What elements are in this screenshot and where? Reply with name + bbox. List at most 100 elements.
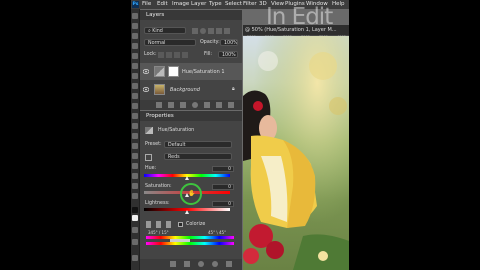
layer-row-hue-saturation[interactable]: Hue/Saturation 1 [140, 63, 242, 80]
targeted-adjustment-icon[interactable] [145, 154, 152, 161]
colorize-checkbox[interactable] [178, 222, 183, 227]
edit-toolbar-icon[interactable] [132, 255, 138, 261]
fill-input[interactable]: 100% [218, 51, 238, 58]
background-color-icon[interactable] [132, 215, 138, 221]
trash-icon[interactable] [226, 261, 232, 267]
properties-footer [140, 259, 242, 270]
marquee-tool-icon[interactable] [132, 23, 138, 29]
view-previous-icon[interactable] [184, 261, 190, 267]
blend-mode-select[interactable]: Normal [144, 39, 196, 46]
adjustment-name: Hue/Saturation [158, 128, 195, 133]
new-adjustment-icon[interactable] [192, 102, 198, 108]
hue-value[interactable]: 0 [212, 166, 234, 172]
layers-panel: Layers ⌕ Kind Normal Opacity: 100% Lock:… [140, 10, 242, 110]
type-tool-icon[interactable] [132, 153, 138, 159]
new-layer-icon[interactable] [216, 102, 222, 108]
properties-panel-header: Properties [140, 111, 242, 121]
blur-tool-icon[interactable] [132, 123, 138, 129]
layers-panel-title: Layers [146, 12, 165, 18]
eyedropper-tool-icon[interactable] [132, 53, 138, 59]
menu-file[interactable]: File [142, 1, 151, 7]
add-mask-icon[interactable] [180, 102, 186, 108]
lightness-label: Lightness: [145, 201, 170, 206]
move-tool-icon[interactable] [132, 13, 138, 19]
brush-tool-icon[interactable] [132, 73, 138, 79]
hue-label: Hue: [145, 166, 157, 171]
channel-select[interactable]: Reds [164, 153, 232, 160]
link-layers-icon[interactable] [156, 102, 162, 108]
reset-icon[interactable] [198, 261, 204, 267]
gradient-tool-icon[interactable] [132, 113, 138, 119]
eyedropper-minus-icon[interactable] [166, 221, 171, 228]
eyedropper-icon[interactable] [146, 221, 151, 228]
layers-footer [140, 100, 242, 110]
menu-layer[interactable]: Layer [191, 1, 206, 7]
lock-position-icon[interactable] [174, 52, 180, 58]
path-selection-tool-icon[interactable] [132, 163, 138, 169]
layer-name[interactable]: Hue/Saturation 1 [182, 69, 225, 75]
new-group-icon[interactable] [204, 102, 210, 108]
stamp-tool-icon[interactable] [132, 83, 138, 89]
menu-type[interactable]: Type [209, 1, 222, 7]
history-brush-tool-icon[interactable] [132, 93, 138, 99]
lock-icon: 🔒︎ [232, 86, 235, 92]
menu-edit[interactable]: Edit [157, 1, 168, 7]
range-right-value: 45° \ 45° [208, 230, 227, 235]
color-range-bar-bottom [146, 242, 234, 245]
fill-label: Fill: [204, 52, 213, 57]
filter-smart-object-icon[interactable] [224, 28, 230, 34]
quick-mask-icon[interactable] [132, 227, 138, 233]
dodge-tool-icon[interactable] [132, 133, 138, 139]
lightness-value[interactable]: 0 [212, 201, 234, 207]
filter-adjustment-icon[interactable] [200, 28, 206, 34]
healing-tool-icon[interactable] [132, 63, 138, 69]
filter-type-icon[interactable] [208, 28, 214, 34]
eraser-tool-icon[interactable] [132, 103, 138, 109]
foreground-color-icon[interactable] [132, 207, 138, 213]
opacity-input[interactable]: 100% [220, 39, 238, 46]
hue-slider-thumb[interactable] [184, 176, 189, 180]
lock-transparent-icon[interactable] [158, 52, 164, 58]
hue-saturation-icon [145, 127, 153, 134]
filter-shape-icon[interactable] [216, 28, 222, 34]
pen-tool-icon[interactable] [132, 143, 138, 149]
menu-image[interactable]: Image [172, 1, 189, 7]
photoshop-window: Ps File Edit Image Layer Type Select Fil… [131, 0, 349, 270]
lock-pixels-icon[interactable] [166, 52, 172, 58]
shape-tool-icon[interactable] [132, 173, 138, 179]
eyedropper-plus-icon[interactable] [156, 221, 161, 228]
screen-mode-icon[interactable] [132, 239, 138, 245]
lock-all-icon[interactable] [182, 52, 188, 58]
visibility-eye-icon[interactable] [212, 261, 218, 267]
lightness-slider-thumb[interactable] [184, 210, 189, 214]
zoom-tool-icon[interactable] [132, 193, 138, 199]
trash-icon[interactable] [228, 102, 234, 108]
menu-select[interactable]: Select [225, 1, 242, 7]
preset-select[interactable]: Default [164, 141, 232, 148]
watermark-text: In Edit [266, 4, 333, 30]
preset-label: Preset: [145, 142, 162, 147]
canvas-image[interactable] [243, 36, 349, 270]
crop-tool-icon[interactable] [132, 43, 138, 49]
visibility-eye-icon[interactable] [143, 87, 149, 92]
saturation-label: Saturation: [145, 184, 172, 189]
lasso-tool-icon[interactable] [132, 33, 138, 39]
photoshop-logo: Ps [132, 1, 139, 8]
hand-tool-icon[interactable] [132, 183, 138, 189]
layer-row-background[interactable]: Background 🔒︎ [140, 81, 242, 98]
layer-name[interactable]: Background [170, 87, 200, 93]
filter-pixel-icon[interactable] [192, 28, 198, 34]
adjustment-layer-icon [154, 66, 165, 77]
mouse-cursor-icon: ✋ [188, 190, 196, 197]
menu-filter[interactable]: Filter [243, 1, 257, 7]
fx-icon[interactable] [168, 102, 174, 108]
saturation-value[interactable]: 0 [212, 184, 234, 190]
layers-panel-header: Layers [140, 10, 242, 20]
layer-filter-kind-label: Kind [152, 29, 163, 34]
layer-thumbnail [154, 84, 165, 95]
clip-to-layer-icon[interactable] [170, 261, 176, 267]
menu-help[interactable]: Help [332, 1, 345, 7]
visibility-eye-icon[interactable] [143, 69, 149, 74]
layer-filter-kind[interactable]: ⌕ Kind [144, 27, 186, 34]
layer-mask-thumbnail[interactable] [168, 66, 179, 77]
